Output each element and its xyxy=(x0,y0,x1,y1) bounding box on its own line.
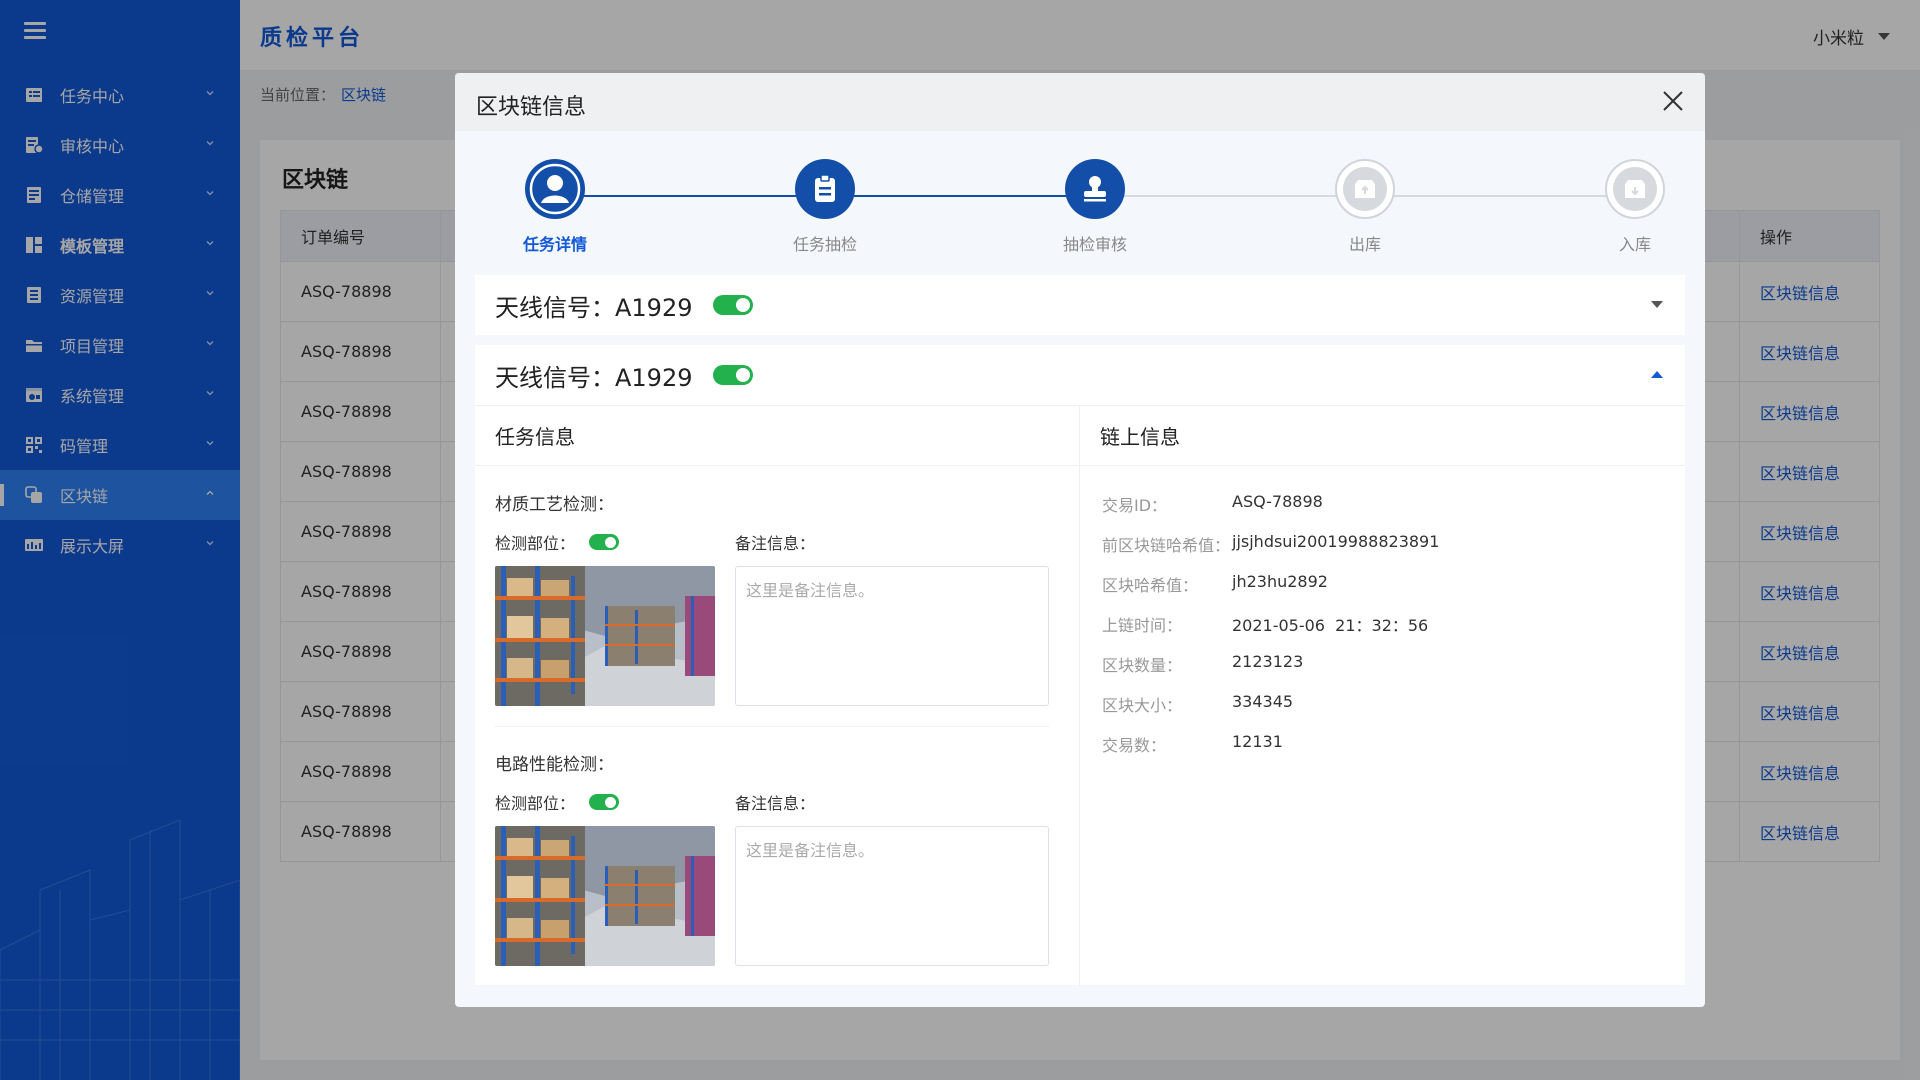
accordion-header[interactable]: 天线信号：A1929 xyxy=(475,275,1685,335)
signal-toggle[interactable] xyxy=(712,365,753,385)
step-label: 抽检审核 xyxy=(1062,235,1127,254)
info-row: 上链时间： 2021-05-06 21：32：56 xyxy=(1102,612,1428,636)
info-value: 334345 xyxy=(1232,692,1294,711)
info-key: 前区块链哈希值： xyxy=(1102,536,1231,555)
info-row: 区块数量： 2123123 xyxy=(1102,652,1303,676)
blockchain-info-modal: 区块链信息 任务详情 任务抽检 抽检审核 出库 入库 天线信号：A1929 天线… xyxy=(455,73,1705,1007)
info-key: 交易ID： xyxy=(1102,496,1168,515)
info-value: 2021-05-06 21：32：56 xyxy=(1232,616,1429,635)
accordion-title: 天线信号：A1929 xyxy=(495,363,693,392)
box-out-icon xyxy=(1355,180,1375,198)
modal-title: 区块链信息 xyxy=(476,95,587,120)
step-task-detail[interactable]: 任务详情 xyxy=(475,159,635,255)
box-in-icon xyxy=(1625,180,1645,198)
task-info-section: 任务信息 材质工艺检测： 检测部位： 备注信息： 这里是备注信息。 电路性能检测… xyxy=(475,406,1080,986)
note-textarea[interactable]: 这里是备注信息。 xyxy=(735,826,1049,966)
close-icon[interactable] xyxy=(1661,89,1685,113)
note-label: 备注信息： xyxy=(735,534,816,553)
stamp-icon xyxy=(1084,176,1106,202)
info-key: 区块数量： xyxy=(1102,656,1183,675)
field-label: 检测部位： xyxy=(495,534,576,553)
info-value: ASQ-78898 xyxy=(1232,492,1323,511)
step-label: 入库 xyxy=(1618,235,1651,254)
info-value: 12131 xyxy=(1232,732,1283,751)
info-key: 区块哈希值： xyxy=(1102,576,1199,595)
step-label: 出库 xyxy=(1348,235,1381,254)
signal-toggle[interactable] xyxy=(712,295,753,315)
inspect-part-toggle[interactable] xyxy=(589,534,620,550)
step-sampling-review[interactable]: 抽检审核 xyxy=(1015,159,1175,255)
group-title: 材质工艺检测： xyxy=(495,495,614,515)
field-label: 检测部位： xyxy=(495,794,576,813)
caret-down-icon[interactable] xyxy=(1651,301,1663,308)
step-inbound[interactable]: 入库 xyxy=(1555,159,1705,255)
info-key: 区块大小： xyxy=(1102,696,1183,715)
clipboard-icon xyxy=(815,174,835,202)
info-key: 交易数： xyxy=(1102,736,1167,755)
info-value: jjsjhdsui20019988823891 xyxy=(1232,532,1440,551)
accordion-title: 天线信号：A1929 xyxy=(495,293,693,322)
user-icon xyxy=(529,163,581,215)
step-outbound[interactable]: 出库 xyxy=(1285,159,1445,255)
info-row: 区块哈希值： jh23hu2892 xyxy=(1102,572,1328,596)
info-row: 交易数： 12131 xyxy=(1102,732,1283,756)
section-title: 任务信息 xyxy=(475,406,1079,466)
group-title: 电路性能检测： xyxy=(495,755,614,775)
info-value: 2123123 xyxy=(1232,652,1304,671)
info-key: 上链时间： xyxy=(1102,616,1183,635)
chain-info-section: 链上信息 交易ID： ASQ-78898 前区块链哈希值： jjsjhdsui200… xyxy=(1080,406,1685,986)
accordion-header[interactable]: 天线信号：A1929 xyxy=(475,345,1685,405)
progress-steps: 任务详情 任务抽检 抽检审核 出库 入库 xyxy=(475,159,1685,269)
note-textarea[interactable]: 这里是备注信息。 xyxy=(735,566,1049,706)
inspect-part-field: 检测部位： xyxy=(495,790,620,814)
inspect-part-field: 检测部位： xyxy=(495,530,620,554)
step-label: 任务抽检 xyxy=(792,235,857,254)
info-value: jh23hu2892 xyxy=(1232,572,1328,591)
caret-up-icon[interactable] xyxy=(1651,371,1663,378)
step-task-sampling[interactable]: 任务抽检 xyxy=(745,159,905,255)
warehouse-photo[interactable] xyxy=(495,566,715,706)
accordion-body: 任务信息 材质工艺检测： 检测部位： 备注信息： 这里是备注信息。 电路性能检测… xyxy=(475,405,1685,986)
inspect-part-toggle[interactable] xyxy=(589,794,620,810)
modal-header: 区块链信息 xyxy=(455,73,1705,131)
info-row: 交易ID： ASQ-78898 xyxy=(1102,492,1323,516)
note-label: 备注信息： xyxy=(735,794,816,813)
warehouse-photo[interactable] xyxy=(495,826,715,966)
accordion-panel-collapsed: 天线信号：A1929 xyxy=(475,275,1685,335)
section-title: 链上信息 xyxy=(1080,406,1685,466)
step-label: 任务详情 xyxy=(522,235,587,254)
info-row: 前区块链哈希值： jjsjhdsui20019988823891 xyxy=(1102,532,1439,556)
accordion-panel-expanded: 天线信号：A1929 任务信息 材质工艺检测： 检测部位： 备注信息： 这里是备… xyxy=(475,345,1685,986)
info-row: 区块大小： 334345 xyxy=(1102,692,1293,716)
